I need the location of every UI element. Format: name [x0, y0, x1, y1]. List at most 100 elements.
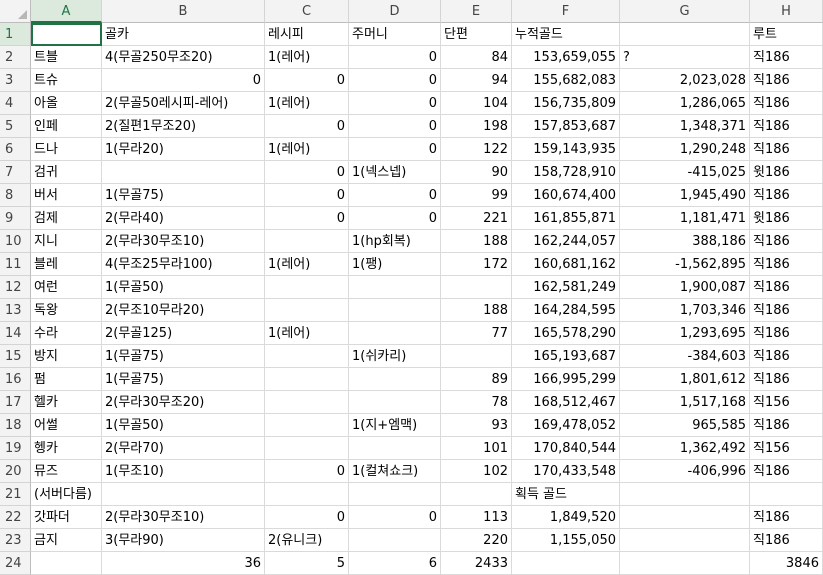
- cell-f8[interactable]: 160,674,400: [512, 184, 620, 207]
- row-header-23[interactable]: 23: [0, 529, 31, 552]
- cell-d2[interactable]: 0: [349, 46, 441, 69]
- cell-f5[interactable]: 157,853,687: [512, 115, 620, 138]
- cell-b6[interactable]: 1(무라20): [102, 138, 265, 161]
- cell-d22[interactable]: 0: [349, 506, 441, 529]
- cell-h24[interactable]: 3846: [750, 552, 823, 575]
- row-header-7[interactable]: 7: [0, 161, 31, 184]
- cell-d4[interactable]: 0: [349, 92, 441, 115]
- cell-e14[interactable]: 77: [441, 322, 512, 345]
- cell-c24[interactable]: 5: [265, 552, 349, 575]
- cell-b15[interactable]: 1(무골75): [102, 345, 265, 368]
- cell-h17[interactable]: 직156: [750, 391, 823, 414]
- cell-c2[interactable]: 1(레어): [265, 46, 349, 69]
- cell-d24[interactable]: 6: [349, 552, 441, 575]
- cell-g23[interactable]: [620, 529, 750, 552]
- cell-a16[interactable]: 펌: [31, 368, 102, 391]
- cell-f13[interactable]: 164,284,595: [512, 299, 620, 322]
- cell-b17[interactable]: 2(무라30무조20): [102, 391, 265, 414]
- cell-b9[interactable]: 2(무라40): [102, 207, 265, 230]
- cell-e21[interactable]: [441, 483, 512, 506]
- cell-g10[interactable]: 388,186: [620, 230, 750, 253]
- cell-c7[interactable]: 0: [265, 161, 349, 184]
- cell-c8[interactable]: 0: [265, 184, 349, 207]
- cell-h22[interactable]: 직186: [750, 506, 823, 529]
- cell-e6[interactable]: 122: [441, 138, 512, 161]
- cell-d1[interactable]: 주머니: [349, 23, 441, 46]
- cell-a9[interactable]: 검제: [31, 207, 102, 230]
- cell-g8[interactable]: 1,945,490: [620, 184, 750, 207]
- cell-b8[interactable]: 1(무골75): [102, 184, 265, 207]
- cell-h9[interactable]: 윗186: [750, 207, 823, 230]
- cell-f18[interactable]: 169,478,052: [512, 414, 620, 437]
- cell-e1[interactable]: 단편: [441, 23, 512, 46]
- cell-d9[interactable]: 0: [349, 207, 441, 230]
- cell-d10[interactable]: 1(hp회복): [349, 230, 441, 253]
- cell-g7[interactable]: -415,025: [620, 161, 750, 184]
- row-header-3[interactable]: 3: [0, 69, 31, 92]
- row-header-4[interactable]: 4: [0, 92, 31, 115]
- column-header-b[interactable]: B: [102, 0, 265, 23]
- cell-f10[interactable]: 162,244,057: [512, 230, 620, 253]
- cell-b22[interactable]: 2(무라30무조10): [102, 506, 265, 529]
- cell-c11[interactable]: 1(레어): [265, 253, 349, 276]
- cell-f4[interactable]: 156,735,809: [512, 92, 620, 115]
- cell-h18[interactable]: 직186: [750, 414, 823, 437]
- cell-a1[interactable]: [31, 23, 102, 46]
- cell-g18[interactable]: 965,585: [620, 414, 750, 437]
- cell-h19[interactable]: 직156: [750, 437, 823, 460]
- cell-g17[interactable]: 1,517,168: [620, 391, 750, 414]
- cell-f19[interactable]: 170,840,544: [512, 437, 620, 460]
- cell-g4[interactable]: 1,286,065: [620, 92, 750, 115]
- cell-d23[interactable]: [349, 529, 441, 552]
- cell-h21[interactable]: [750, 483, 823, 506]
- row-header-20[interactable]: 20: [0, 460, 31, 483]
- cell-f20[interactable]: 170,433,548: [512, 460, 620, 483]
- cell-g3[interactable]: 2,023,028: [620, 69, 750, 92]
- cell-c18[interactable]: [265, 414, 349, 437]
- cell-g15[interactable]: -384,603: [620, 345, 750, 368]
- cell-e13[interactable]: 188: [441, 299, 512, 322]
- cell-a22[interactable]: 갓파더: [31, 506, 102, 529]
- row-header-8[interactable]: 8: [0, 184, 31, 207]
- cell-g12[interactable]: 1,900,087: [620, 276, 750, 299]
- cell-a15[interactable]: 방지: [31, 345, 102, 368]
- cell-f7[interactable]: 158,728,910: [512, 161, 620, 184]
- cell-g24[interactable]: [620, 552, 750, 575]
- cell-f12[interactable]: 162,581,249: [512, 276, 620, 299]
- cell-a20[interactable]: 뮤즈: [31, 460, 102, 483]
- cell-e8[interactable]: 99: [441, 184, 512, 207]
- cell-g2[interactable]: ?: [620, 46, 750, 69]
- row-header-16[interactable]: 16: [0, 368, 31, 391]
- cell-a4[interactable]: 아올: [31, 92, 102, 115]
- cell-g5[interactable]: 1,348,371: [620, 115, 750, 138]
- cell-a18[interactable]: 어썰: [31, 414, 102, 437]
- cell-e16[interactable]: 89: [441, 368, 512, 391]
- cell-d20[interactable]: 1(컬쳐쇼크): [349, 460, 441, 483]
- row-header-2[interactable]: 2: [0, 46, 31, 69]
- cell-a5[interactable]: 인페: [31, 115, 102, 138]
- cell-c13[interactable]: [265, 299, 349, 322]
- row-header-13[interactable]: 13: [0, 299, 31, 322]
- cell-a11[interactable]: 블레: [31, 253, 102, 276]
- cell-b23[interactable]: 3(무라90): [102, 529, 265, 552]
- cell-d15[interactable]: 1(쉬카리): [349, 345, 441, 368]
- row-header-17[interactable]: 17: [0, 391, 31, 414]
- cell-b20[interactable]: 1(무조10): [102, 460, 265, 483]
- cell-d16[interactable]: [349, 368, 441, 391]
- cell-h13[interactable]: 직186: [750, 299, 823, 322]
- cell-e19[interactable]: 101: [441, 437, 512, 460]
- cell-a24[interactable]: [31, 552, 102, 575]
- cell-h1[interactable]: 루트: [750, 23, 823, 46]
- cell-c22[interactable]: 0: [265, 506, 349, 529]
- row-header-11[interactable]: 11: [0, 253, 31, 276]
- cell-b16[interactable]: 1(무골75): [102, 368, 265, 391]
- cell-g11[interactable]: -1,562,895: [620, 253, 750, 276]
- row-header-14[interactable]: 14: [0, 322, 31, 345]
- cell-a13[interactable]: 독왕: [31, 299, 102, 322]
- cell-f14[interactable]: 165,578,290: [512, 322, 620, 345]
- cell-a19[interactable]: 헹카: [31, 437, 102, 460]
- cell-c3[interactable]: 0: [265, 69, 349, 92]
- cell-d18[interactable]: 1(지+엠맥): [349, 414, 441, 437]
- cell-f15[interactable]: 165,193,687: [512, 345, 620, 368]
- cell-a21[interactable]: (서버다름): [31, 483, 102, 506]
